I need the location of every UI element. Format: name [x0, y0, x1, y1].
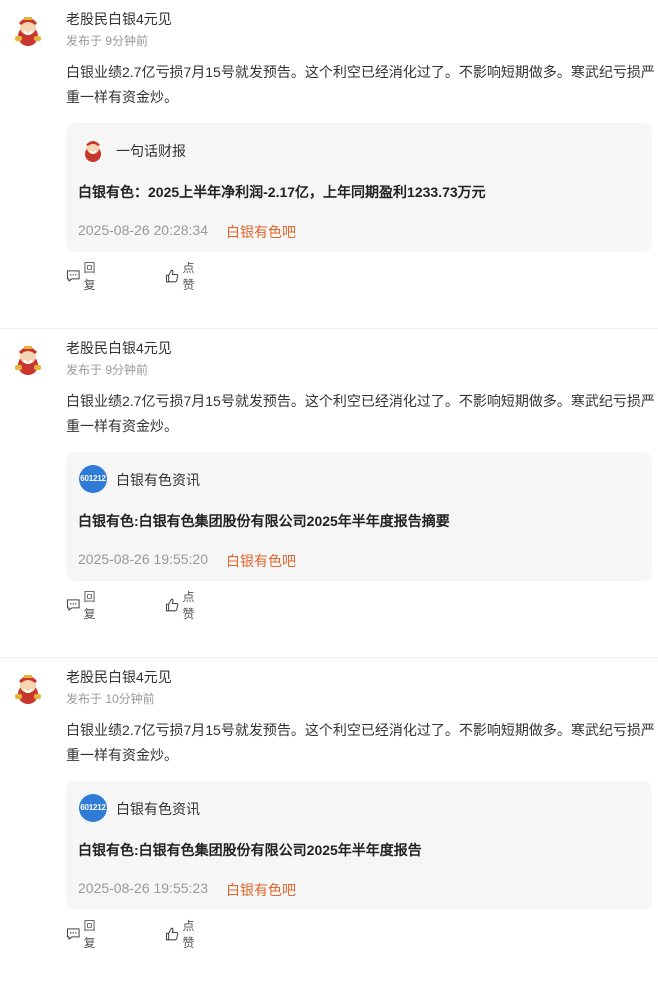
- quote-title[interactable]: 白银有色:白银有色集团股份有限公司2025年半年度报告摘要: [78, 511, 450, 531]
- quote-source[interactable]: 一句话财报: [116, 141, 186, 161]
- comment-icon: [66, 270, 80, 282]
- thumbs-up-icon: [165, 269, 179, 283]
- quote-bar-link[interactable]: 白银有色吧: [226, 551, 296, 571]
- like-button[interactable]: 点赞: [165, 590, 200, 621]
- quote-bar-link[interactable]: 白银有色吧: [226, 880, 296, 900]
- quoted-news-card[interactable]: 601212 白银有色资讯 白银有色:白银有色集团股份有限公司2025年半年度报…: [66, 452, 652, 581]
- reply-label: 回复: [83, 590, 96, 621]
- username[interactable]: 老股民白银4元见: [66, 338, 172, 358]
- username[interactable]: 老股民白银4元见: [66, 9, 172, 29]
- quote-bar-link[interactable]: 白银有色吧: [226, 222, 296, 242]
- comment-feed: 老股民白银4元见 发布于 9分钟前 白银业绩2.7亿亏损7月15号就发预告。这个…: [0, 0, 658, 987]
- reply-label: 回复: [83, 919, 96, 950]
- quote-title[interactable]: 白银有色:白银有色集团股份有限公司2025年半年度报告: [78, 840, 422, 860]
- thumbs-up-icon: [165, 598, 179, 612]
- post-time: 发布于 9分钟前: [66, 363, 149, 377]
- quote-title[interactable]: 白银有色：2025上半年净利润-2.17亿，上年同期盈利1233.73万元: [78, 182, 486, 202]
- like-label: 点赞: [182, 919, 195, 950]
- post-time: 发布于 10分钟前: [66, 692, 155, 706]
- reply-button[interactable]: 回复: [66, 590, 101, 621]
- comment-post: 老股民白银4元见 发布于 9分钟前 白银业绩2.7亿亏损7月15号就发预告。这个…: [0, 329, 658, 658]
- quote-datetime: 2025-08-26 19:55:23: [78, 880, 208, 896]
- comment-icon: [66, 928, 80, 940]
- like-label: 点赞: [182, 590, 195, 621]
- user-avatar[interactable]: [10, 341, 46, 377]
- quoted-news-card[interactable]: 601212 白银有色资讯 白银有色:白银有色集团股份有限公司2025年半年度报…: [66, 781, 652, 910]
- stock-code-badge: 601212: [79, 465, 107, 493]
- post-content: 白银业绩2.7亿亏损7月15号就发预告。这个利空已经消化过了。不影响短期做多。寒…: [66, 393, 655, 434]
- quote-source[interactable]: 白银有色资讯: [116, 799, 200, 819]
- reply-button[interactable]: 回复: [66, 919, 101, 950]
- thumbs-up-icon: [165, 927, 179, 941]
- quote-datetime: 2025-08-26 19:55:20: [78, 551, 208, 567]
- username[interactable]: 老股民白银4元见: [66, 667, 172, 687]
- quoted-news-card[interactable]: 一句话财报 白银有色：2025上半年净利润-2.17亿，上年同期盈利1233.7…: [66, 123, 652, 252]
- reply-label: 回复: [83, 261, 96, 292]
- like-button[interactable]: 点赞: [165, 261, 200, 292]
- like-button[interactable]: 点赞: [165, 919, 200, 950]
- user-avatar[interactable]: [10, 670, 46, 706]
- caishen-icon: [85, 141, 101, 162]
- like-label: 点赞: [182, 261, 195, 292]
- post-time: 发布于 9分钟前: [66, 34, 149, 48]
- comment-post: 老股民白银4元见 发布于 10分钟前 白银业绩2.7亿亏损7月15号就发预告。这…: [0, 658, 658, 987]
- user-avatar[interactable]: [10, 12, 46, 48]
- comment-icon: [66, 599, 80, 611]
- post-content: 白银业绩2.7亿亏损7月15号就发预告。这个利空已经消化过了。不影响短期做多。寒…: [66, 64, 655, 105]
- comment-post: 老股民白银4元见 发布于 9分钟前 白银业绩2.7亿亏损7月15号就发预告。这个…: [0, 0, 658, 329]
- post-content: 白银业绩2.7亿亏损7月15号就发预告。这个利空已经消化过了。不影响短期做多。寒…: [66, 722, 655, 763]
- quote-datetime: 2025-08-26 20:28:34: [78, 222, 208, 238]
- stock-code-badge: 601212: [79, 794, 107, 822]
- quote-source[interactable]: 白银有色资讯: [116, 470, 200, 490]
- reply-button[interactable]: 回复: [66, 261, 101, 292]
